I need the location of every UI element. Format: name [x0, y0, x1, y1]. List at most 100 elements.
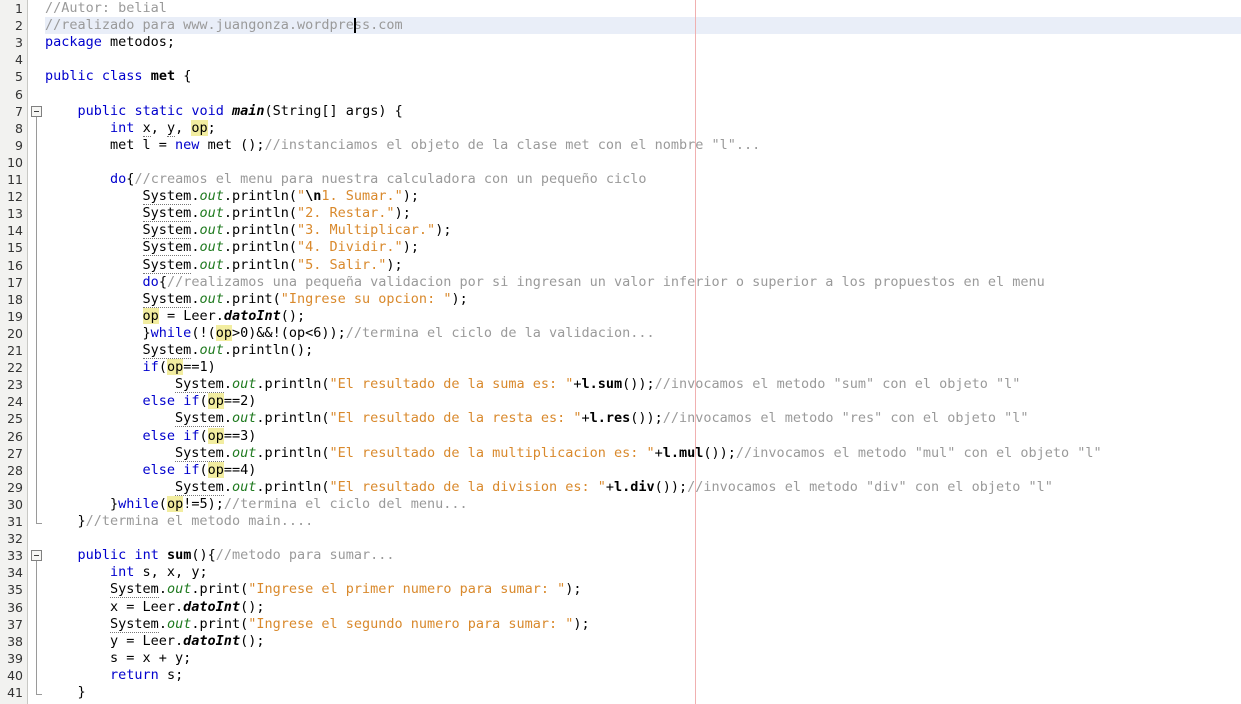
line-number: 32	[7, 531, 23, 547]
code-token: }	[45, 513, 86, 529]
fold-range-end	[36, 694, 42, 695]
line-number: 10	[7, 154, 23, 170]
code-line[interactable]: public class met {	[45, 68, 191, 85]
code-token: +	[573, 376, 582, 393]
code-line[interactable]: else if(op==2)	[45, 393, 256, 410]
code-line[interactable]: }	[45, 684, 86, 701]
code-token: System	[142, 342, 192, 359]
line-number: 1	[15, 1, 23, 16]
code-line[interactable]: System.out.print("Ingrese el primer nume…	[45, 581, 582, 599]
code-line[interactable]: public int sum(){//metodo para sumar...	[45, 547, 395, 564]
code-line[interactable]: else if(op==4)	[45, 461, 257, 479]
line-number-gutter[interactable]: 1 2 3 4 5 6 7 8 9 10 11 12 13 14 15 16 17 18 19 20 21 22 23 24 2…	[0, 0, 28, 704]
line-number: 7	[15, 103, 23, 119]
code-line[interactable]: System.out.print("Ingrese su opcion: ");	[45, 290, 468, 308]
code-token: int	[110, 564, 135, 581]
code-line[interactable]: }while(!(op>0)&&!(op<6));//termina el ci…	[45, 324, 655, 342]
code-token: while	[150, 324, 192, 341]
code-token: }	[45, 495, 119, 512]
code-token: "2. Restar."	[297, 205, 395, 222]
code-line[interactable]	[45, 86, 53, 103]
line-number: 2	[15, 18, 23, 34]
code-token: System	[142, 222, 192, 240]
code-line[interactable]: System.out.println("El resultado de la s…	[45, 376, 1020, 394]
code-token: ());	[654, 478, 688, 495]
code-line[interactable]: do{//creamos el menu para nuestra calcul…	[45, 171, 646, 188]
code-line[interactable]: //realizado para www.juangonza.wordpress…	[45, 17, 403, 34]
code-line[interactable]: }while(op!=5);//termina el ciclo del men…	[45, 495, 468, 513]
code-line[interactable]: s = x + y;	[45, 650, 191, 667]
code-line[interactable]: System.out.println("2. Restar.");	[45, 205, 411, 223]
code-line[interactable]	[45, 154, 53, 171]
line-number: 24	[7, 394, 23, 410]
line-number: 17	[7, 274, 23, 290]
code-token: new	[175, 136, 200, 153]
code-token: }	[45, 324, 151, 341]
code-fold-bar[interactable]	[29, 0, 45, 704]
code-token: ==2)	[223, 393, 257, 410]
code-line[interactable]	[45, 51, 53, 68]
code-token: ;	[207, 119, 216, 136]
code-line[interactable]: x = Leer.datoInt();	[45, 599, 264, 616]
code-line[interactable]: public static void main(String[] args) {	[45, 103, 403, 120]
code-token: .println(	[256, 478, 330, 495]
code-token: else	[142, 461, 176, 478]
code-token: l.mul	[662, 444, 704, 461]
code-token: !=5);	[183, 495, 224, 512]
code-token: System	[175, 376, 224, 394]
code-line[interactable]: System.out.println("3. Multiplicar.");	[45, 222, 451, 240]
line-number: 9	[15, 137, 23, 153]
line-number: 21	[7, 343, 23, 358]
code-editor[interactable]: 1 2 3 4 5 6 7 8 9 10 11 12 13 14 15 16 17 18 19 20 21 22 23 24 2…	[0, 0, 1241, 704]
code-line[interactable]: System.out.println("\n1. Sumar.");	[45, 188, 419, 206]
code-token: .println(	[223, 239, 298, 256]
code-line[interactable]: System.out.println();	[45, 342, 313, 359]
code-line[interactable]: else if(op==3)	[45, 427, 256, 445]
code-line[interactable]: return s;	[45, 667, 183, 684]
code-line[interactable]: }//termina el metodo main....	[45, 513, 314, 530]
line-number: 30	[7, 496, 23, 512]
line-number: 39	[7, 650, 23, 666]
line-number: 27	[7, 445, 23, 461]
code-line[interactable]: System.out.print("Ingrese el segundo num…	[45, 615, 590, 633]
code-line[interactable]: op = Leer.datoInt();	[45, 307, 305, 325]
code-token: ());	[622, 376, 655, 393]
fold-toggle-icon[interactable]	[31, 105, 42, 117]
fold-toggle-icon[interactable]	[31, 550, 42, 562]
code-token: "Ingrese el primer numero para sumar: "	[248, 581, 566, 598]
code-line[interactable]: System.out.println("El resultado de la d…	[45, 478, 1053, 496]
code-line[interactable]: System.out.println("4. Dividir.");	[45, 239, 419, 257]
code-line[interactable]: System.out.println("5. Salir.");	[45, 256, 403, 274]
code-line[interactable]: met l = new met ();//instanciamos el obj…	[45, 137, 760, 154]
code-line[interactable]: do{//realizamos una pequeña validacion p…	[45, 274, 1045, 291]
code-token: //invocamos el metodo "res" con el objet…	[662, 410, 1029, 427]
code-line[interactable]: if(op==1)	[45, 359, 216, 376]
code-token: \n	[305, 188, 322, 205]
code-token: +	[654, 444, 663, 461]
code-line[interactable]: //Autor: belial	[45, 0, 167, 17]
code-token: datoInt	[183, 632, 241, 649]
code-token: sum	[166, 547, 192, 564]
code-line[interactable]: System.out.println("El resultado de la m…	[45, 444, 1102, 462]
code-token: ==4)	[223, 461, 257, 478]
code-line[interactable]: int s, x, y;	[45, 564, 208, 581]
code-token: System	[142, 290, 192, 308]
code-token: (){	[191, 547, 216, 564]
line-number: 41	[7, 685, 23, 700]
code-line[interactable]	[45, 530, 53, 547]
code-token: //termina el ciclo del menu...	[223, 495, 468, 512]
code-line[interactable]: package metodos;	[45, 34, 175, 51]
code-line[interactable]: int x, y, op;	[45, 119, 216, 137]
code-line[interactable]: System.out.println("El resultado de la r…	[45, 410, 1029, 428]
code-line[interactable]: y = Leer.datoInt();	[45, 633, 264, 650]
code-text-area[interactable]: //Autor: belial//realizado para www.juan…	[45, 0, 1241, 704]
